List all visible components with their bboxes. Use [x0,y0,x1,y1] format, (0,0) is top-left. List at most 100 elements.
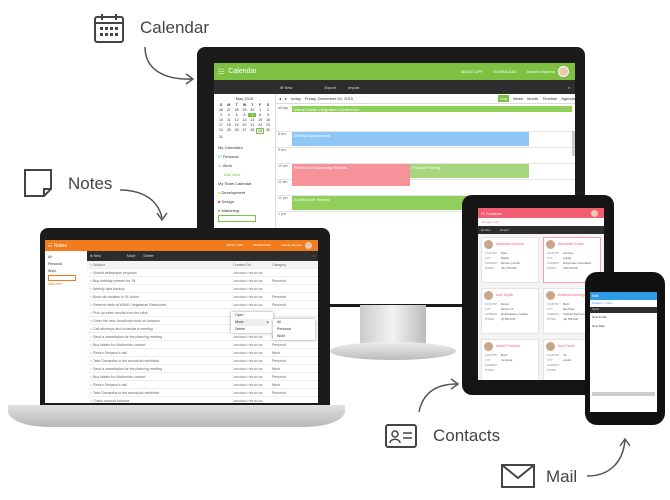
new-button[interactable]: ⊕ New [481,228,490,232]
event-conference[interactable]: Visual Studio Integration Conference [292,106,572,112]
day-cell[interactable]: 21 [248,123,256,127]
avatar[interactable] [591,209,598,217]
calendar-personal[interactable]: ☑ Personal [218,152,271,161]
day-cell[interactable]: 24 [217,128,225,134]
day-cell[interactable]: 10 [217,118,225,122]
view-timeline[interactable]: Timeline [542,96,557,101]
day-cell[interactable]: 23 [264,123,272,127]
delete-button[interactable]: Delete [143,254,153,258]
avatar[interactable] [558,66,569,77]
day-cell[interactable]: 20 [241,123,249,127]
day-cell[interactable]: 3 [217,113,225,117]
day-cell[interactable]: 16 [264,118,272,122]
day-cell[interactable]: 5 [233,113,241,117]
day-cell[interactable]: 13 [241,118,249,122]
day-cell[interactable]: 30 [264,128,272,134]
day-cell[interactable]: 27 [241,128,249,134]
day-cell[interactable]: 27 [225,108,233,112]
filter-all[interactable]: All [48,254,84,261]
table-row[interactable]: ○ Take Samantha to the annual art exhibi… [87,389,318,397]
day-cell[interactable]: 26 [217,108,225,112]
next-button[interactable]: ▸ [285,96,287,101]
mail-body-input[interactable]: New Mail [590,322,657,392]
new-button[interactable]: ⊕ New [280,85,292,90]
add-new-link[interactable]: Add New [218,170,271,179]
calendar-development[interactable]: ■ Development [218,188,271,197]
table-row[interactable]: ○ Return Simpson's call 4/26/2015 7:58:40… [87,349,318,357]
export-button[interactable]: Export [500,228,509,232]
search-icon[interactable]: ⌕ [313,254,315,258]
table-row[interactable]: ○ Pick up exam results from the clinic4/… [87,309,318,317]
table-row[interactable]: ○ Return Simpson's call 4/26/2015 7:58:40… [87,381,318,389]
table-row[interactable]: ○ Buy tickets for Madonna's concert 4/26/… [87,373,318,381]
table-row[interactable]: ○ Take Samantha to the annual art exhibi… [87,357,318,365]
day-cell[interactable]: 6 [241,113,249,117]
about-app-link[interactable]: ABOUT APP [226,243,243,248]
user-name[interactable]: Antonio Moreno [527,69,555,74]
table-row[interactable]: ○ Buy tickets for Madonna's concert 4/26/… [87,341,318,349]
event-dentist[interactable]: Dentist Appointment [292,132,529,146]
day-cell[interactable]: 28 [248,128,256,134]
import-button[interactable]: Import [348,85,359,90]
prev-button[interactable]: ◂ [279,96,281,101]
format-bar[interactable] [592,392,655,396]
day-cell[interactable]: 12 [233,118,241,122]
day-cell[interactable]: 29 [256,128,265,134]
download-link[interactable]: DOWNLOAD [253,243,271,248]
scrollbar[interactable] [572,131,575,156]
calendar-design[interactable]: ■ Design [218,197,271,206]
download-link[interactable]: DOWNLOAD [493,69,517,74]
apps-icon[interactable]: ☷ [218,68,224,76]
day-cell[interactable]: 25 [225,128,233,134]
day-cell[interactable]: 11 [225,118,233,122]
table-row[interactable]: ○ Reserve table at WIKAY Vegetarian Rest… [87,301,318,309]
menu-delete[interactable]: Delete [235,326,269,333]
filter-personal[interactable]: Personal [48,261,84,268]
table-row[interactable]: ○ Submit whitepaper proposal 4/26/2015 7:… [87,269,318,277]
day-cell[interactable]: 17 [217,123,225,127]
day-cell[interactable]: 4 [225,113,233,117]
menu-move[interactable]: Move ▸ [235,319,269,326]
contact-card[interactable]: Alejandra Camino COUNTRY Spain CITY Madrid CO… [481,237,539,283]
submenu-work[interactable]: Work [277,333,311,340]
day-cell[interactable]: 30 [248,108,256,112]
menu-open[interactable]: Open [235,312,269,319]
submenu-all[interactable]: All [277,319,311,326]
user-name[interactable]: Antonio Moreno [281,243,302,248]
contact-card[interactable]: Ana Trujillo COUNTRY Mexico CITY México D.F.… [481,288,539,334]
day-cell[interactable]: 1 [256,108,264,112]
day-cell[interactable]: 19 [233,123,241,127]
move-button[interactable]: Move [127,254,136,258]
day-cell[interactable]: 9 [264,113,272,117]
filter-work[interactable]: Work [48,268,84,275]
day-cell[interactable]: 26 [233,128,241,134]
contact-card[interactable]: André Fonseca COUNTRY Brazil CITY Campinas CO… [481,339,539,380]
table-row[interactable]: ○ Weekly data backup 4/26/2015 7:58:40 AM [87,285,318,293]
submenu-personal[interactable]: Personal [277,326,311,333]
view-month[interactable]: Month [527,96,538,101]
table-row[interactable]: ○ Check account balance 4/26/2015 7:58:40… [87,397,318,403]
add-new-link[interactable]: Add new [48,281,84,288]
table-row[interactable]: ○ Send a cancellation for the planning m… [87,365,318,373]
new-button[interactable]: ⊕ New [90,254,101,258]
view-day[interactable]: Day [497,95,509,102]
view-agenda[interactable]: Agenda [561,96,575,101]
today-button[interactable]: today [291,96,301,101]
day-cell[interactable]: 29 [241,108,249,112]
day-cell[interactable]: 28 [233,108,241,112]
export-button[interactable]: Export [324,85,336,90]
table-row[interactable]: ○ Buy birthday present for Jill 4/26/2015… [87,277,318,285]
calendar-marketing[interactable]: ■ Marketing [218,206,271,215]
day-cell[interactable]: 18 [225,123,233,127]
avatar[interactable] [305,242,312,249]
send-button[interactable]: Send [592,307,599,311]
event-planning[interactable]: Product Planing [410,164,529,178]
day-cell[interactable]: 22 [256,123,264,127]
about-app-link[interactable]: ABOUT APP [461,69,484,74]
event-review[interactable]: Review Ad Campaing Results [292,164,410,186]
day-cell[interactable]: 15 [256,118,264,122]
day-cell[interactable]: 14 [248,118,256,122]
day-cell[interactable]: 8 [256,113,264,117]
view-week[interactable]: Week [513,96,523,101]
new-calendar-input[interactable] [218,215,256,222]
